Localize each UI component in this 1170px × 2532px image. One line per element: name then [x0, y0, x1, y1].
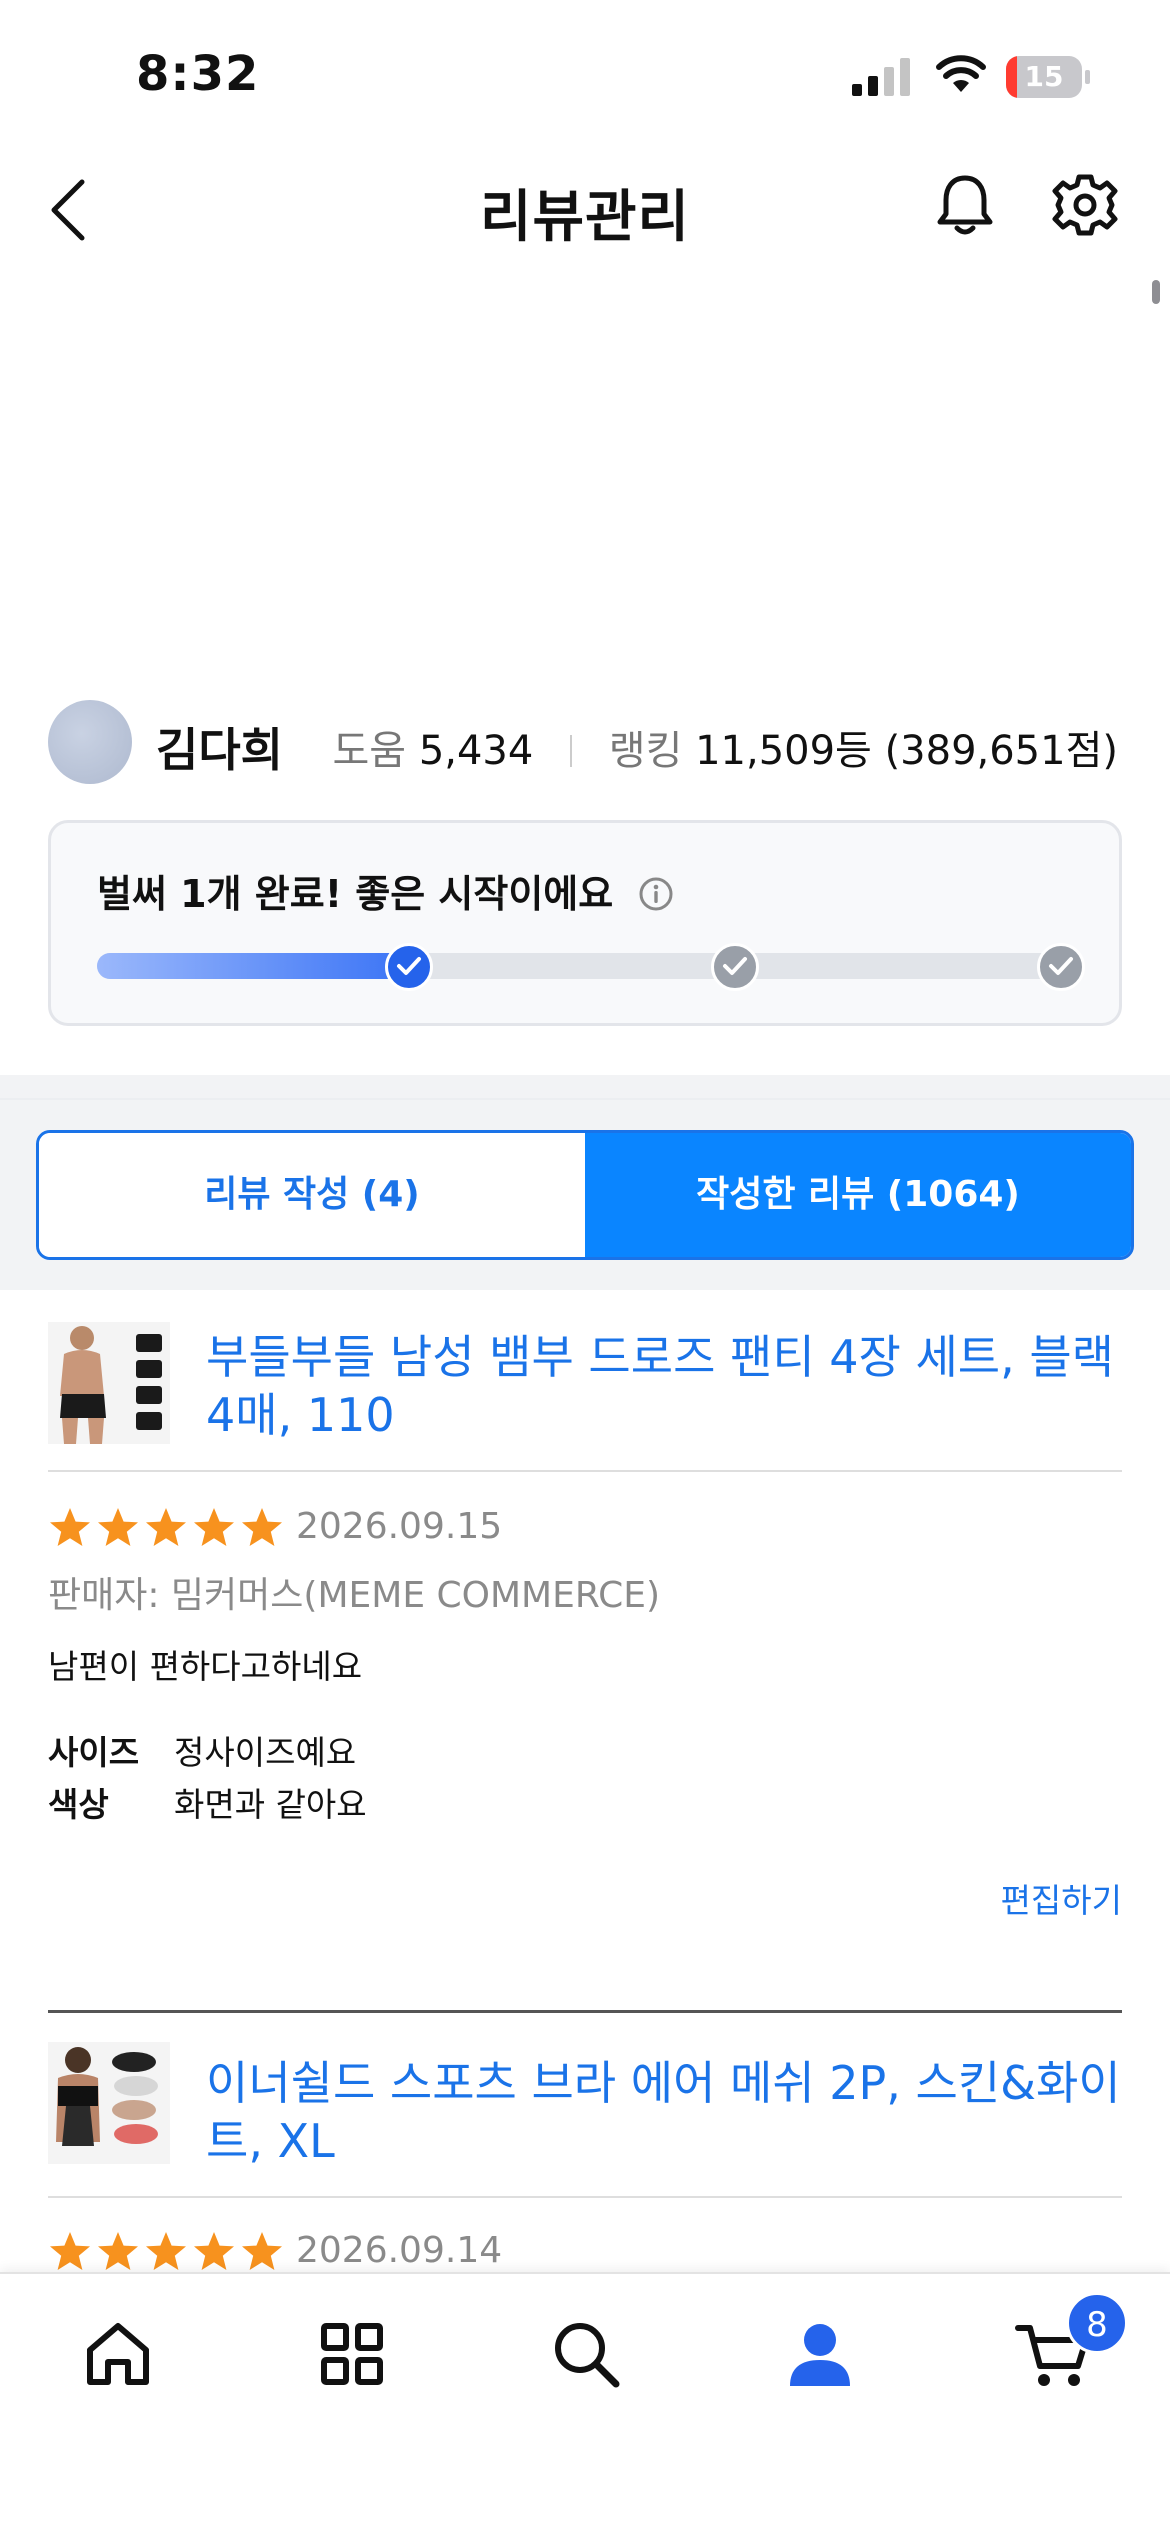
progress-message-text: 벌써 1개 완료! 좋은 시작이에요 [97, 872, 614, 916]
profile-summary: 김다희 도움 5,434 랭킹 11,509등 (389,651점) [0, 700, 1170, 790]
edit-review-link[interactable]: 편집하기 [1001, 1874, 1122, 1922]
progress-step-check-icon [384, 943, 433, 991]
attribute-value-color: 화면과 같아요 [174, 1785, 367, 1824]
bottom-navigation [0, 2272, 1170, 2532]
gear-icon [1052, 174, 1118, 236]
star-icon [242, 2232, 282, 2270]
nav-search[interactable] [546, 2314, 626, 2394]
scrollbar[interactable] [1152, 280, 1160, 304]
attribute-key-color: 색상 [48, 1785, 109, 1824]
star-icon [194, 1508, 234, 1546]
nav-my-page[interactable] [780, 2314, 860, 2394]
review-tabs: 리뷰 작성 (4) 작성한 리뷰 (1064) [36, 1130, 1134, 1260]
seller-name: 판매자: 밈커머스(MEME COMMERCE) [48, 1575, 661, 1616]
review-progress-card: 벌써 1개 완료! 좋은 시작이에요 [48, 820, 1122, 1026]
notifications-button[interactable] [930, 170, 1000, 240]
ranking-label: 랭킹 [608, 728, 683, 774]
profile-icon [790, 2324, 850, 2386]
product-image [48, 1322, 170, 1444]
product-image [48, 2042, 170, 2164]
search-icon [555, 2323, 620, 2388]
stats-divider [570, 735, 573, 767]
status-time: 8:32 [136, 46, 260, 102]
star-icon [50, 2232, 90, 2270]
battery-percent: 15 [1024, 60, 1064, 93]
review-item: 이너쉴드 스포츠 브라 에어 메쉬 2P, 스킨&화이트, XL 2026.09… [0, 2012, 1170, 2272]
settings-button[interactable] [1050, 170, 1120, 240]
progress-step-check-icon [710, 943, 759, 991]
progress-fill [97, 953, 409, 979]
status-bar: 8:32 15 [0, 0, 1170, 140]
star-icon [146, 1508, 186, 1546]
tab-written-reviews[interactable]: 작성한 리뷰 (1064) [585, 1133, 1131, 1257]
info-icon[interactable] [638, 876, 674, 912]
help-label: 도움 [332, 728, 407, 774]
cart-count-badge: 8 [1066, 2292, 1128, 2354]
progress-message: 벌써 1개 완료! 좋은 시작이에요 [97, 863, 674, 918]
star-icon [146, 2232, 186, 2270]
user-name: 김다희 [156, 723, 283, 777]
progress-step-check-icon [1037, 943, 1086, 991]
nav-category[interactable] [312, 2314, 392, 2394]
attribute-value-size: 정사이즈예요 [174, 1733, 357, 1772]
product-name[interactable]: 이너쉴드 스포츠 브라 에어 메쉬 2P, 스킨&화이트, XL [206, 2054, 1126, 2170]
app-header: 리뷰관리 [0, 140, 1170, 270]
tab-write-review[interactable]: 리뷰 작성 (4) [39, 1133, 585, 1257]
review-date: 2026.09.15 [296, 1506, 503, 1547]
avatar[interactable] [48, 700, 132, 784]
product-thumbnail[interactable] [48, 1322, 170, 1444]
progress-track [97, 943, 1086, 991]
star-icon [242, 1508, 282, 1546]
nav-home[interactable] [78, 2314, 158, 2394]
attribute-key-size: 사이즈 [48, 1733, 140, 1772]
product-thumbnail[interactable] [48, 2042, 170, 2164]
wifi-icon [936, 55, 986, 92]
review-text: 남편이 편하다고하네요 [48, 1647, 363, 1686]
divider [48, 1470, 1122, 1472]
star-icon [194, 2232, 234, 2270]
home-icon [87, 2323, 149, 2385]
product-name[interactable]: 부들부들 남성 뱀부 드로즈 팬티 4장 세트, 블랙4매, 110 [206, 1328, 1126, 1444]
review-date: 2026.09.14 [296, 2230, 503, 2271]
rating-stars [48, 2230, 284, 2276]
help-value: 5,434 [418, 728, 534, 774]
star-icon [98, 2232, 138, 2270]
cellular-signal-icon [852, 58, 910, 96]
bell-icon [937, 175, 993, 235]
category-grid-icon [321, 2323, 383, 2385]
review-item: 부들부들 남성 뱀부 드로즈 팬티 4장 세트, 블랙4매, 110 2026.… [0, 1290, 1170, 2013]
rating-stars [48, 1506, 284, 1552]
profile-stats: 도움 5,434 랭킹 11,509등 (389,651점) [332, 718, 1118, 776]
divider [48, 2196, 1122, 2198]
divider [0, 1098, 1170, 1100]
star-icon [98, 1508, 138, 1546]
ranking-value: 11,509등 (389,651점) [695, 728, 1118, 774]
star-icon [50, 1508, 90, 1546]
battery-icon: 15 [1006, 56, 1090, 98]
